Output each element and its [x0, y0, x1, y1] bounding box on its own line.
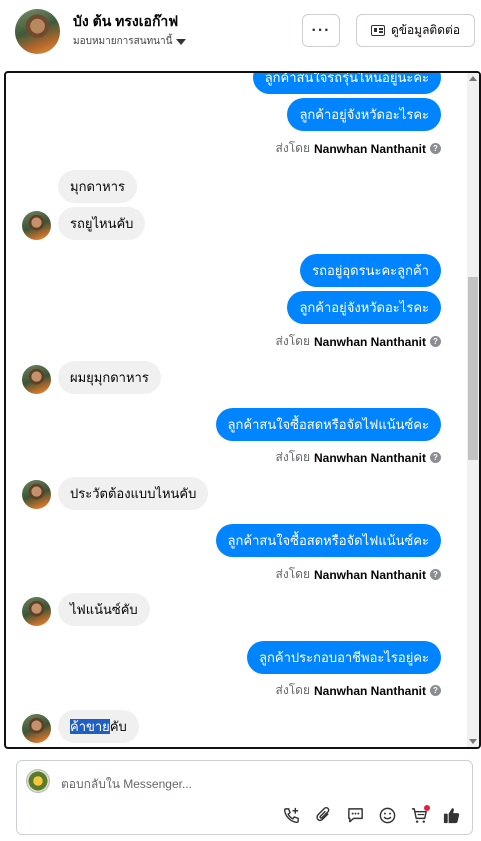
reply-input[interactable]: ตอบกลับใน Messenger... — [61, 775, 192, 794]
message-incoming[interactable]: ค้าขายคับ — [58, 710, 139, 743]
message-outgoing[interactable]: ลูกค้าสนใจรถรุ่นไหนอยู่นะคะ — [252, 73, 441, 94]
sender-name: Nanwhan Nanthanit — [313, 450, 426, 465]
sent-by-prefix: ส่งโดย — [275, 683, 310, 697]
sender-avatar[interactable] — [22, 480, 51, 509]
message-thread[interactable]: ลูกค้าสนใจรถรุ่นไหนอยู่นะคะ ลูกค้าอยู่จั… — [4, 71, 481, 749]
sender-name: Nanwhan Nanthanit — [313, 567, 426, 582]
contact-name[interactable]: บัง ต้น ทรงเอก๊าฟ — [73, 11, 178, 33]
id-card-icon — [370, 25, 385, 36]
help-icon[interactable]: ? — [430, 143, 441, 154]
message-outgoing[interactable]: ลูกค้าอยู่จังหวัดอะไรคะ — [287, 98, 441, 131]
view-contact-label: ดูข้อมูลติดต่อ — [390, 23, 461, 37]
scrollbar[interactable] — [467, 73, 479, 747]
shop-cart-icon[interactable] — [409, 805, 430, 826]
emoji-icon[interactable] — [377, 805, 398, 826]
conversation-header: บัง ต้น ทรงเอก๊าฟ มอบหมายการสนทนานี้ ···… — [0, 0, 481, 66]
sent-by-label: ส่งโดย Nanwhan Nanthanit ? — [276, 448, 441, 467]
assign-label: มอบหมายการสนทนานี้ — [73, 36, 173, 47]
help-icon[interactable]: ? — [430, 452, 441, 463]
message-outgoing[interactable]: ลูกค้าสนใจซื้อสดหรือจัดไฟแน้นซ์คะ — [215, 524, 441, 557]
sent-by-prefix: ส่งโดย — [275, 450, 310, 464]
assign-conversation[interactable]: มอบหมายการสนทนานี้ — [73, 34, 187, 49]
sender-name: Nanwhan Nanthanit — [313, 683, 426, 698]
attachment-icon[interactable] — [313, 805, 334, 826]
selected-text[interactable]: ค้าขาย — [70, 719, 110, 734]
page-avatar — [26, 769, 50, 793]
sender-avatar[interactable] — [22, 597, 51, 626]
contact-avatar[interactable] — [15, 9, 60, 54]
reply-composer[interactable]: ตอบกลับใน Messenger... — [16, 760, 473, 835]
message-outgoing[interactable]: รถอยู่อุดรนะคะลูกค้า — [300, 254, 441, 287]
call-add-icon[interactable] — [281, 805, 302, 826]
sent-by-label: ส่งโดย Nanwhan Nanthanit ? — [276, 681, 441, 700]
saved-reply-icon[interactable] — [345, 805, 366, 826]
sent-by-prefix: ส่งโดย — [275, 141, 310, 155]
more-options-button[interactable]: ··· — [302, 14, 340, 47]
sent-by-label: ส่งโดย Nanwhan Nanthanit ? — [276, 332, 441, 351]
caret-down-icon — [176, 39, 187, 45]
sender-name: Nanwhan Nanthanit — [313, 334, 426, 349]
sent-by-label: ส่งโดย Nanwhan Nanthanit ? — [276, 139, 441, 158]
message-incoming[interactable]: ผมยุมุกดาหาร — [58, 361, 161, 394]
sender-name: Nanwhan Nanthanit — [313, 141, 426, 156]
sender-avatar[interactable] — [22, 714, 51, 743]
scroll-up-arrow-icon[interactable] — [469, 76, 477, 81]
sender-avatar[interactable] — [22, 365, 51, 394]
message-incoming[interactable]: ไฟแน้นซ์คับ — [58, 593, 150, 626]
notification-dot — [424, 805, 430, 811]
sent-by-prefix: ส่งโดย — [275, 567, 310, 581]
message-incoming[interactable]: รถยูไหนคับ — [58, 207, 146, 240]
view-contact-button[interactable]: ดูข้อมูลติดต่อ — [356, 14, 475, 47]
scrollbar-thumb[interactable] — [468, 277, 478, 460]
help-icon[interactable]: ? — [430, 685, 441, 696]
scroll-down-arrow-icon[interactable] — [469, 739, 477, 744]
message-outgoing[interactable]: ลูกค้าสนใจซื้อสดหรือจัดไฟแน้นซ์คะ — [215, 408, 441, 441]
like-icon[interactable] — [441, 805, 462, 826]
help-icon[interactable]: ? — [430, 336, 441, 347]
message-text: คับ — [109, 719, 127, 734]
message-outgoing[interactable]: ลูกค้าอยู่จังหวัดอะไรคะ — [287, 291, 441, 324]
message-incoming[interactable]: ประวัตต้องแบบไหนคับ — [58, 477, 209, 510]
message-outgoing[interactable]: ลูกค้าประกอบอาชีพอะไรอยู่คะ — [247, 641, 441, 674]
composer-toolbar — [281, 805, 462, 826]
message-incoming[interactable]: มุกดาหาร — [58, 170, 138, 203]
sent-by-label: ส่งโดย Nanwhan Nanthanit ? — [276, 565, 441, 584]
help-icon[interactable]: ? — [430, 569, 441, 580]
sent-by-prefix: ส่งโดย — [275, 334, 310, 348]
sender-avatar[interactable] — [22, 211, 51, 240]
